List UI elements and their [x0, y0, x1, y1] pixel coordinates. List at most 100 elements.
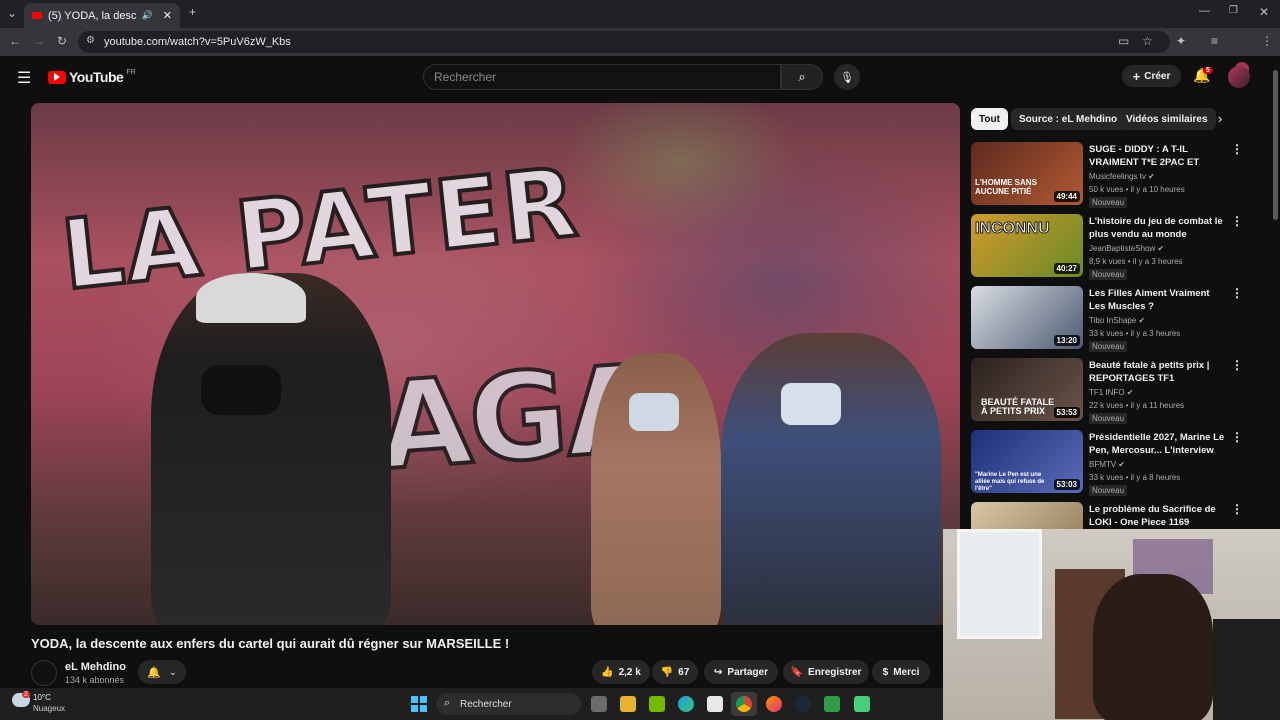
site-info-icon[interactable]: ⚙: [86, 35, 95, 46]
share-icon: ↪: [714, 666, 723, 678]
task-view-icon[interactable]: [591, 696, 607, 712]
video-player[interactable]: LA PATER MAGA: [31, 103, 960, 625]
chip-source-channel[interactable]: Source : eL Mehdino: [1011, 108, 1126, 130]
firefox-icon[interactable]: [766, 696, 782, 712]
webcam-overlay: [943, 529, 1280, 720]
recommendation-meta: 33 k vues • il y a 8 heures: [1089, 473, 1181, 482]
video-thumbnail[interactable]: INCONNU 40:27: [971, 214, 1083, 277]
recommendation-title[interactable]: L'histoire du jeu de combat le plus vend…: [1089, 215, 1227, 241]
like-button[interactable]: 👍 2,2 k: [592, 660, 650, 684]
more-options-icon[interactable]: ⋮: [1231, 286, 1243, 300]
thumbnail-text: L'HOMME SANS AUCUNE PITIÉ: [975, 178, 1037, 196]
video-thumbnail[interactable]: 13:20: [971, 286, 1083, 349]
person-right-mask: [781, 383, 841, 425]
recommendation-meta: 8,9 k vues • il y a 3 heures: [1089, 257, 1183, 266]
minimize-icon[interactable]: —: [1199, 5, 1210, 17]
region-code: FR: [126, 68, 136, 76]
cast-icon[interactable]: ▭: [1118, 34, 1129, 48]
create-button[interactable]: + Créer: [1122, 65, 1181, 87]
thanks-button[interactable]: $ Merci: [872, 660, 930, 684]
thumbnail-text: INCONNU: [975, 220, 1051, 238]
browser-tab[interactable]: (5) YODA, la descente aux e 🔊 ✕: [24, 3, 180, 28]
video-thumbnail[interactable]: "Marine Le Pen est une alliée mais qui r…: [971, 430, 1083, 493]
weather-description[interactable]: Nuageux: [33, 704, 65, 713]
create-label: Créer: [1144, 70, 1171, 82]
share-button[interactable]: ↪ Partager: [704, 660, 778, 684]
dislike-button[interactable]: 👎 67: [652, 660, 698, 684]
video-duration: 53:03: [1053, 479, 1080, 490]
thumbnail-text: "Marine Le Pen est une alliée mais qui r…: [975, 472, 1045, 492]
nvidia-icon[interactable]: [649, 696, 665, 712]
voice-search-button[interactable]: 🎙: [834, 64, 860, 90]
speaker-icon[interactable]: 🔊: [142, 10, 153, 21]
chip-all[interactable]: Tout: [971, 108, 1008, 130]
video-thumbnail[interactable]: BEAUTÉ FATALE À PETITS PRIX 53:53: [971, 358, 1083, 421]
recommendation-title[interactable]: Beauté fatale à petits prix | REPORTAGES…: [1089, 359, 1227, 385]
like-count: 2,2 k: [618, 666, 641, 678]
person-left-mask: [201, 365, 281, 415]
address-bar[interactable]: ⚙ youtube.com/watch?v=5PuV6zW_Kbs ▭ ☆: [78, 31, 1170, 53]
more-options-icon[interactable]: ⋮: [1231, 142, 1243, 156]
thanks-icon: $: [882, 666, 889, 678]
channel-name[interactable]: eL Mehdino: [65, 661, 126, 673]
new-tab-button[interactable]: +: [189, 5, 196, 19]
chip-similar-videos[interactable]: Vidéos similaires: [1118, 108, 1216, 130]
save-label: Enregistrer: [808, 666, 862, 678]
account-avatar[interactable]: [1228, 66, 1250, 88]
more-options-icon[interactable]: ⋮: [1231, 502, 1243, 516]
forward-icon[interactable]: →: [33, 34, 45, 48]
recommendation-item[interactable]: "Marine Le Pen est une alliée mais qui r…: [971, 430, 1243, 496]
subscription-bell-button[interactable]: 🔔 ⌄: [138, 660, 186, 684]
weather-temperature[interactable]: 10°C: [33, 693, 51, 702]
taskbar-search[interactable]: ⌕ Rechercher: [436, 693, 581, 715]
search-input[interactable]: Rechercher: [423, 64, 781, 90]
recommendation-channel: BFMTV ✔: [1089, 460, 1126, 469]
streaming-app-icon[interactable]: [854, 696, 870, 712]
browser-toolbar: ← → ↻ ⚙ youtube.com/watch?v=5PuV6zW_Kbs …: [0, 28, 1280, 76]
bookmark-star-icon[interactable]: ☆: [1142, 34, 1153, 48]
browser-menu-icon[interactable]: ⋮: [1261, 34, 1273, 48]
more-options-icon[interactable]: ⋮: [1231, 358, 1243, 372]
video-thumbnail[interactable]: L'HOMME SANS AUCUNE PITIÉ 49:44: [971, 142, 1083, 205]
restore-icon[interactable]: ❐: [1229, 5, 1238, 16]
notification-count-badge: 5: [1203, 67, 1213, 74]
edge-icon[interactable]: [678, 696, 694, 712]
extensions-icon[interactable]: ✦: [1176, 34, 1186, 48]
video-duration: 53:53: [1053, 407, 1080, 418]
file-explorer-icon[interactable]: [620, 696, 636, 712]
search-icon: ⌕: [798, 69, 806, 84]
store-icon[interactable]: [707, 696, 723, 712]
search-button[interactable]: ⌕: [781, 64, 823, 90]
recommendation-title[interactable]: Le problème du Sacrifice de LOKI - One P…: [1089, 503, 1227, 529]
channel-avatar[interactable]: [31, 660, 57, 686]
steam-icon[interactable]: [795, 696, 811, 712]
save-button[interactable]: 🔖 Enregistrer: [783, 660, 869, 684]
windows-start-icon[interactable]: [411, 696, 427, 712]
youtube-logo[interactable]: YouTube FR: [48, 69, 136, 85]
more-options-icon[interactable]: ⋮: [1231, 430, 1243, 444]
recommendation-item[interactable]: L'HOMME SANS AUCUNE PITIÉ 49:44 SUGE - D…: [971, 142, 1243, 208]
reload-icon[interactable]: ↻: [57, 34, 67, 48]
window-close-icon[interactable]: ✕: [1259, 5, 1269, 19]
tab-list-icon[interactable]: ⌄: [7, 6, 17, 20]
chrome-icon[interactable]: [736, 696, 752, 712]
reading-list-icon[interactable]: ≡: [1211, 34, 1218, 48]
app-icon[interactable]: [824, 696, 840, 712]
recommendation-title[interactable]: Les Filles Aiment Vraiment Les Muscles ?: [1089, 287, 1227, 313]
scrollbar-thumb[interactable]: [1273, 70, 1278, 220]
recommendation-title[interactable]: SUGE - DIDDY : A T-IL VRAIMENT T*E 2PAC …: [1089, 143, 1227, 169]
recommendation-title[interactable]: Présidentielle 2027, Marine Le Pen, Merc…: [1089, 431, 1227, 457]
recommendation-item[interactable]: 13:20 Les Filles Aiment Vraiment Les Mus…: [971, 286, 1243, 352]
gaming-chair: [1213, 619, 1280, 720]
back-icon[interactable]: ←: [9, 34, 21, 48]
recommendation-item[interactable]: BEAUTÉ FATALE À PETITS PRIX 53:53 Beauté…: [971, 358, 1243, 424]
recommendation-item[interactable]: INCONNU 40:27 L'histoire du jeu de comba…: [971, 214, 1243, 280]
recommendation-channel: TF1 INFO ✔: [1089, 388, 1134, 397]
chips-next-icon[interactable]: ›: [1218, 111, 1222, 126]
more-options-icon[interactable]: ⋮: [1231, 214, 1243, 228]
save-icon: 🔖: [790, 666, 804, 678]
hamburger-menu-icon[interactable]: ☰: [17, 68, 31, 88]
person-left-cap: [196, 273, 306, 323]
streamer-person: [1093, 574, 1213, 720]
close-tab-icon[interactable]: ✕: [163, 9, 172, 22]
